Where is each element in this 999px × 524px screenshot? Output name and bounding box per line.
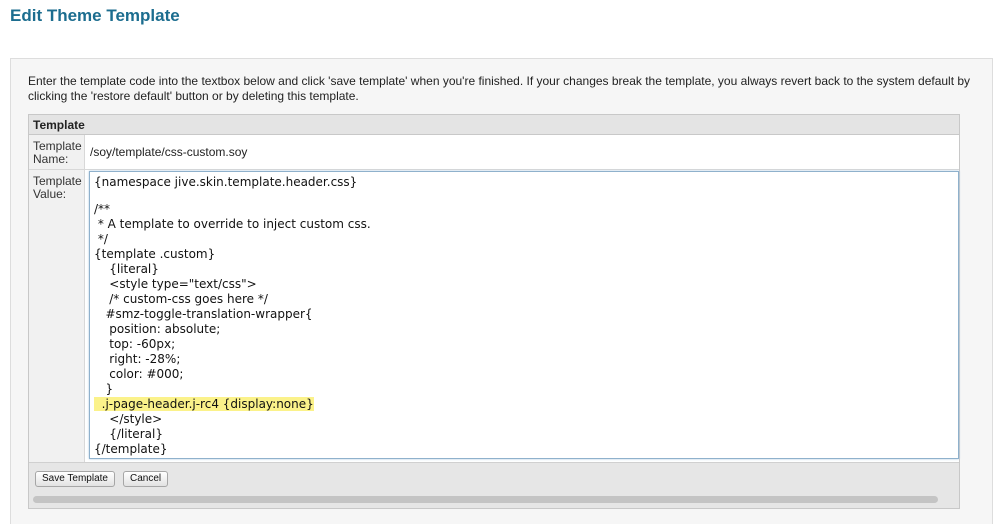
code-line: {literal} [94, 262, 159, 276]
code-line: top: -60px; [94, 337, 176, 351]
code-line: /** [94, 202, 111, 216]
code-line: </style> [94, 412, 163, 426]
template-table: Template Template Name: /soy/template/cs… [28, 114, 960, 509]
template-name-label: Template Name: [29, 135, 85, 169]
template-code-textarea[interactable]: {namespace jive.skin.template.header.css… [89, 171, 959, 459]
template-name-value: /soy/template/css-custom.soy [90, 145, 248, 159]
save-template-button[interactable]: Save Template [35, 471, 115, 487]
template-panel: Enter the template code into the textbox… [10, 58, 993, 524]
code-line: {namespace jive.skin.template.header.css… [94, 175, 358, 189]
template-name-row: Template Name: /soy/template/css-custom.… [29, 135, 959, 170]
horizontal-scrollbar[interactable] [33, 496, 938, 503]
instructions-text: Enter the template code into the textbox… [28, 74, 971, 103]
code-line: right: -28%; [94, 352, 181, 366]
template-value-row: Template Value: {namespace jive.skin.tem… [29, 170, 959, 462]
highlighted-code: .j-page-header.j-rc4 {display:none} [94, 397, 314, 411]
code-line: } [94, 382, 114, 396]
template-value-label: Template Value: [29, 170, 85, 462]
code-line: <style type="text/css"> [94, 277, 257, 291]
code-line: color: #000; [94, 367, 184, 381]
table-header: Template [29, 115, 959, 135]
code-line: position: absolute; [94, 322, 221, 336]
cancel-button[interactable]: Cancel [123, 471, 169, 487]
code-line: */ [94, 232, 108, 246]
code-line: /* custom-css goes here */ [94, 292, 268, 306]
page-title: Edit Theme Template [10, 6, 180, 25]
button-bar: Save Template Cancel [29, 462, 959, 508]
code-line: #smz-toggle-translation-wrapper{ [94, 307, 313, 321]
code-line: {template .custom} [94, 247, 216, 261]
code-line: * A template to override to inject custo… [94, 217, 371, 231]
code-line: {/literal} [94, 427, 163, 441]
code-line: {/template} [94, 442, 168, 456]
code-line: .j-page-header.j-rc4 {display:none} [94, 397, 958, 412]
